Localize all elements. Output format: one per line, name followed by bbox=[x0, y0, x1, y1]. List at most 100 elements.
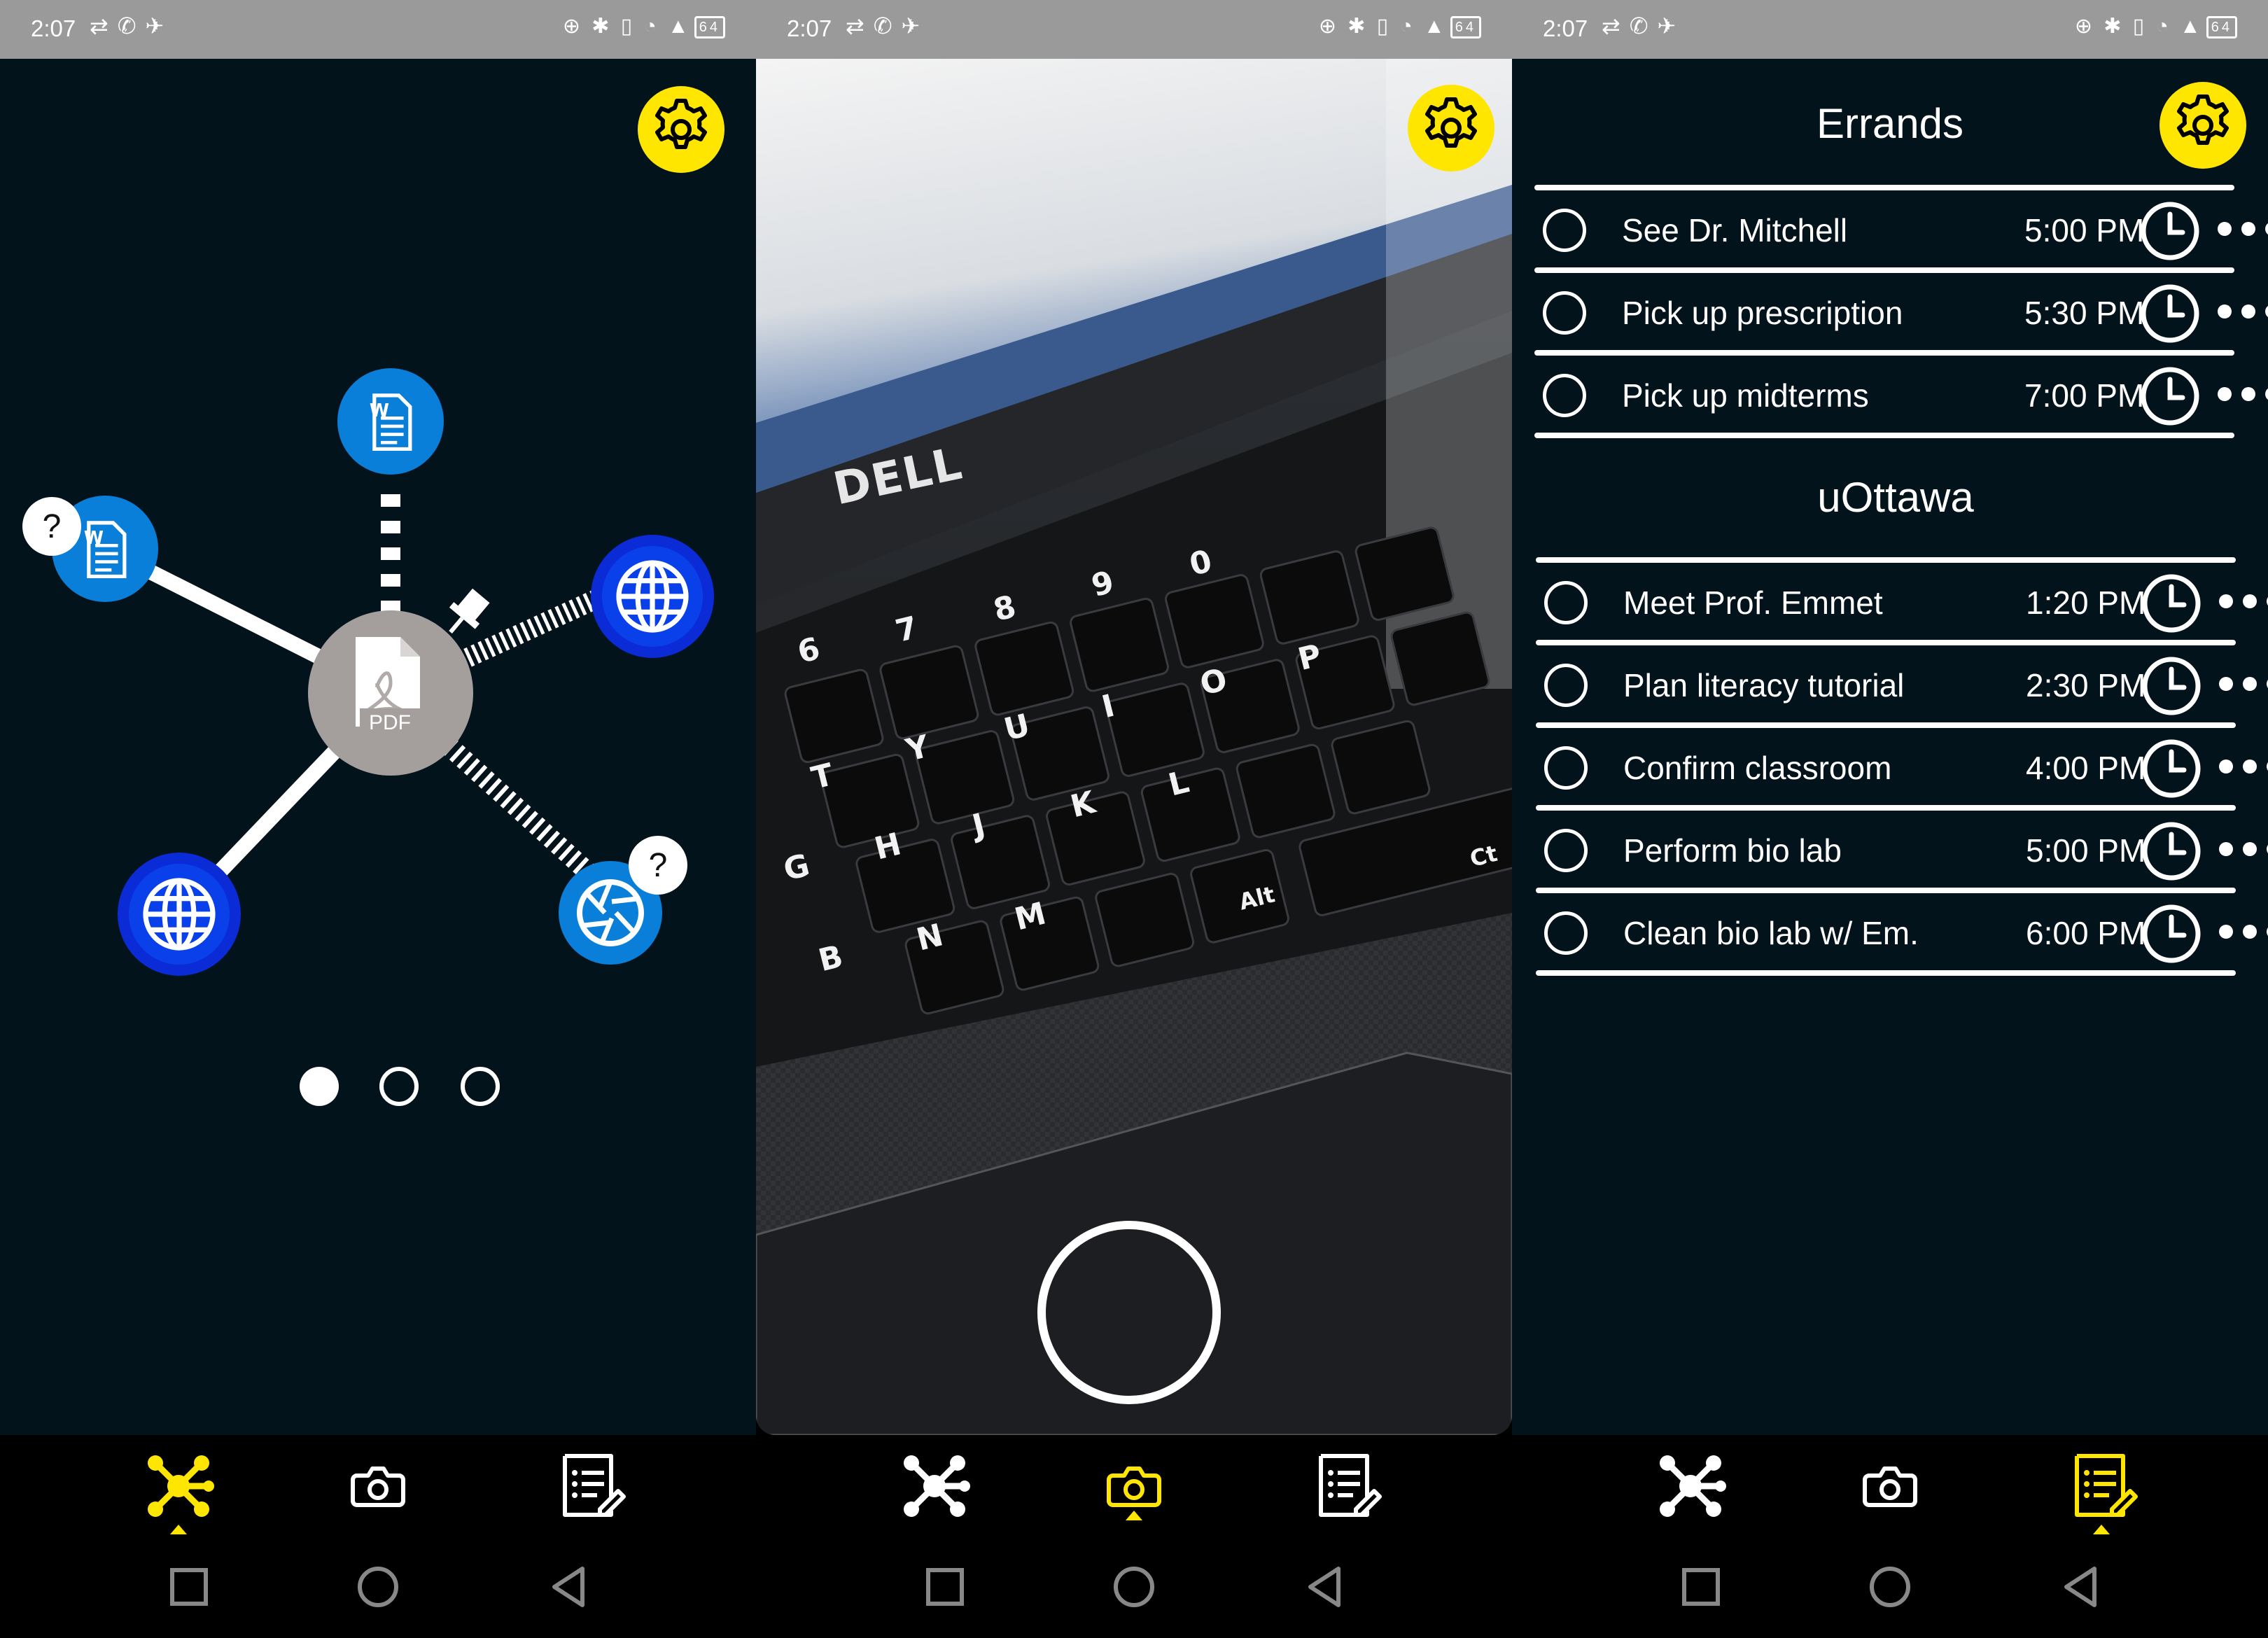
system-icons: ⊕ ✱ ▯ ◔ ▲ 64 bbox=[2075, 14, 2237, 39]
home-icon[interactable] bbox=[1865, 1562, 1915, 1612]
help-badge: ? bbox=[43, 508, 62, 545]
task-time: 5:00 PM bbox=[2024, 212, 2145, 248]
task-row[interactable]: Pick up prescription 5:30 PM bbox=[1534, 274, 2241, 351]
tab-notes-icon[interactable] bbox=[551, 1448, 628, 1525]
back-icon[interactable] bbox=[1299, 1562, 1350, 1612]
task-name: Pick up midterms bbox=[1622, 377, 1869, 414]
group-title-uottawa: uOttawa bbox=[1817, 474, 1974, 521]
more-options-icon[interactable] bbox=[2216, 914, 2268, 949]
system-icons: ⊕ ✱ ▯ ◔ ▲ 64 bbox=[563, 14, 725, 39]
bottom-tab-bar bbox=[1512, 1435, 2268, 1536]
active-tab-indicator bbox=[2093, 1525, 2110, 1534]
clock-icon[interactable] bbox=[2141, 903, 2202, 965]
network-view: PDF ? ? bbox=[0, 59, 756, 1435]
task-checkbox[interactable] bbox=[1544, 581, 1588, 624]
divider bbox=[1534, 350, 2234, 356]
divider bbox=[1534, 433, 2234, 438]
status-time: 2:07 bbox=[1543, 15, 1588, 41]
page-dot[interactable] bbox=[379, 1067, 419, 1106]
task-name: Clean bio lab w/ Em. bbox=[1623, 915, 1919, 951]
panel-tasks: 2:07 ⇄ ✆ ✈ ⊕ ✱ ▯ ◔ ▲ 64 Errands See Dr. M… bbox=[1512, 0, 2268, 1638]
task-checkbox[interactable] bbox=[1543, 209, 1586, 252]
clock-icon[interactable] bbox=[2139, 365, 2201, 427]
divider bbox=[1536, 640, 2236, 645]
notification-icons: ⇄ ✆ ✈ bbox=[846, 13, 922, 38]
task-row[interactable]: See Dr. Mitchell 5:00 PM bbox=[1534, 192, 2241, 269]
clock-icon[interactable] bbox=[2141, 820, 2202, 882]
task-name: Perform bio lab bbox=[1623, 832, 1842, 869]
page-dot-active[interactable] bbox=[300, 1067, 339, 1106]
task-time: 7:00 PM bbox=[2024, 377, 2145, 414]
task-row[interactable]: Clean bio lab w/ Em. 6:00 PM bbox=[1536, 895, 2243, 972]
notification-icons: ⇄ ✆ ✈ bbox=[1602, 13, 1678, 38]
clock-icon[interactable] bbox=[2139, 283, 2201, 344]
more-options-icon[interactable] bbox=[2216, 832, 2268, 867]
task-list-view: Errands See Dr. Mitchell 5:00 PM Pick up… bbox=[1512, 59, 2268, 1435]
divider bbox=[1536, 888, 2236, 893]
task-row[interactable]: Plan literacy tutorial 2:30 PM bbox=[1536, 647, 2243, 724]
task-time: 5:00 PM bbox=[2026, 832, 2146, 869]
tab-notes-icon[interactable] bbox=[1307, 1448, 1384, 1525]
task-row[interactable]: Pick up midterms 7:00 PM bbox=[1534, 357, 2241, 434]
task-checkbox[interactable] bbox=[1544, 746, 1588, 790]
active-tab-indicator bbox=[1126, 1511, 1142, 1520]
task-checkbox[interactable] bbox=[1544, 829, 1588, 872]
divider bbox=[1534, 185, 2234, 190]
task-checkbox[interactable] bbox=[1543, 291, 1586, 335]
shutter-button[interactable] bbox=[1037, 1221, 1221, 1404]
clock-icon[interactable] bbox=[2141, 655, 2202, 717]
panel-network: 2:07 ⇄ ✆ ✈ ⊕ ✱ ▯ ◔ ▲ 64 PDF ? ? bbox=[0, 0, 756, 1638]
back-icon[interactable] bbox=[543, 1562, 594, 1612]
divider bbox=[1536, 805, 2236, 811]
page-dot[interactable] bbox=[461, 1067, 500, 1106]
system-nav-bar bbox=[1512, 1536, 2268, 1638]
task-time: 5:30 PM bbox=[2024, 295, 2145, 331]
tab-network-icon[interactable] bbox=[1652, 1448, 1729, 1525]
clock-icon[interactable] bbox=[2141, 573, 2202, 634]
globe-node-bottom-left[interactable] bbox=[118, 853, 241, 976]
more-options-icon[interactable] bbox=[2215, 294, 2268, 329]
pdf-node[interactable]: PDF bbox=[308, 610, 473, 776]
status-time: 2:07 bbox=[31, 15, 76, 41]
system-nav-bar bbox=[756, 1536, 1512, 1638]
more-options-icon[interactable] bbox=[2215, 377, 2268, 412]
more-options-icon[interactable] bbox=[2216, 666, 2268, 701]
doc-node-top[interactable] bbox=[337, 368, 444, 475]
recent-apps-icon[interactable] bbox=[164, 1562, 214, 1612]
home-icon[interactable] bbox=[1109, 1562, 1159, 1612]
clock-icon[interactable] bbox=[2141, 738, 2202, 799]
globe-node-right[interactable] bbox=[591, 535, 714, 658]
divider bbox=[1536, 722, 2236, 728]
task-time: 4:00 PM bbox=[2026, 750, 2146, 786]
task-row[interactable]: Confirm classroom 4:00 PM bbox=[1536, 729, 2243, 806]
recent-apps-icon[interactable] bbox=[1676, 1562, 1726, 1612]
home-icon[interactable] bbox=[353, 1562, 403, 1612]
settings-gear-icon[interactable] bbox=[1407, 84, 1495, 172]
task-checkbox[interactable] bbox=[1544, 664, 1588, 707]
doc-node-left[interactable]: ? bbox=[22, 496, 158, 602]
tab-camera-icon[interactable] bbox=[340, 1448, 416, 1525]
system-icons: ⊕ ✱ ▯ ◔ ▲ 64 bbox=[1319, 14, 1481, 39]
recent-apps-icon[interactable] bbox=[920, 1562, 970, 1612]
task-checkbox[interactable] bbox=[1544, 911, 1588, 955]
tab-network-icon[interactable] bbox=[896, 1448, 973, 1525]
task-time: 1:20 PM bbox=[2026, 584, 2146, 621]
back-icon[interactable] bbox=[2055, 1562, 2106, 1612]
tab-network-icon[interactable] bbox=[140, 1448, 217, 1525]
status-bar: 2:07 ⇄ ✆ ✈ ⊕ ✱ ▯ ◔ ▲ 64 bbox=[1512, 0, 2268, 59]
task-checkbox[interactable] bbox=[1543, 374, 1586, 417]
more-options-icon[interactable] bbox=[2216, 749, 2268, 784]
tab-camera-icon[interactable] bbox=[1851, 1448, 1928, 1525]
task-row[interactable]: Meet Prof. Emmet 1:20 PM bbox=[1536, 564, 2243, 641]
active-tab-indicator bbox=[170, 1525, 187, 1534]
clock-icon[interactable] bbox=[2139, 200, 2201, 262]
task-name: Pick up prescription bbox=[1622, 295, 1903, 331]
camera-viewfinder[interactable]: DELL T Y U I O P 6 7 8 9 0 G H J K L B N… bbox=[756, 59, 1512, 1435]
status-bar: 2:07 ⇄ ✆ ✈ ⊕ ✱ ▯ ◔ ▲ 64 bbox=[756, 0, 1512, 59]
task-row[interactable]: Perform bio lab 5:00 PM bbox=[1536, 812, 2243, 889]
more-options-icon[interactable] bbox=[2215, 211, 2268, 246]
tab-notes-icon[interactable] bbox=[2063, 1448, 2140, 1525]
pdf-label: PDF bbox=[369, 711, 411, 734]
network-graph[interactable]: PDF ? ? bbox=[0, 59, 756, 1435]
more-options-icon[interactable] bbox=[2216, 584, 2268, 619]
